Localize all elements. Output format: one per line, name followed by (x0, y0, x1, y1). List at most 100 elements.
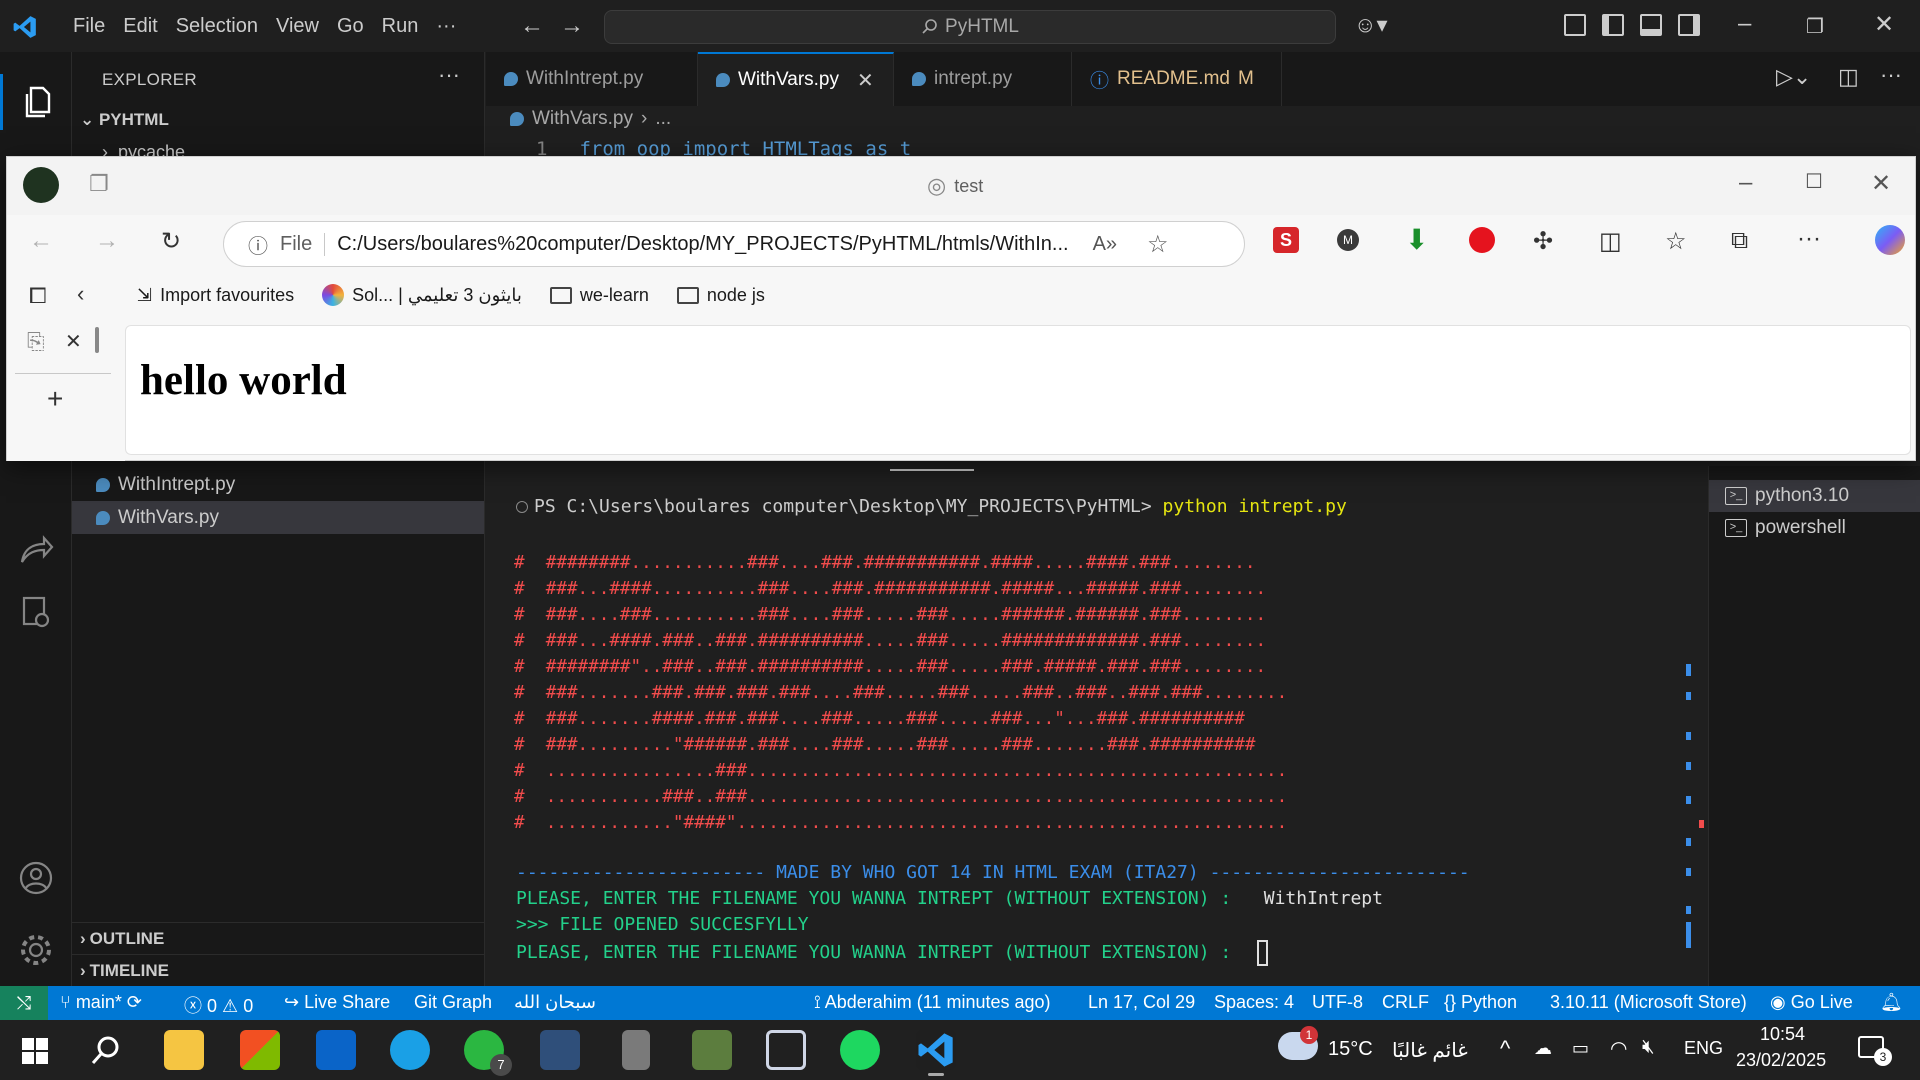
tab-intrept[interactable]: intrept.py (894, 52, 1072, 106)
explorer-root-folder[interactable]: ⌄ PYHTML (80, 110, 169, 130)
menu-edit[interactable]: Edit (114, 15, 166, 38)
microsoft-store-icon[interactable] (240, 1030, 280, 1070)
weather-temp[interactable]: 15°C (1328, 1038, 1373, 1061)
battery-icon[interactable]: ▭ (1572, 1038, 1589, 1059)
notification-center-icon[interactable]: 3 (1858, 1036, 1892, 1066)
remote-indicator[interactable]: ⤭ (0, 986, 48, 1020)
status-problems[interactable]: ⓧ 0 ⚠ 0 (184, 992, 253, 1018)
panel-sash[interactable] (890, 469, 974, 471)
copilot-icon[interactable]: ☺▾ (1354, 12, 1388, 38)
weather-cloud-icon[interactable]: 1 (1278, 1026, 1318, 1060)
run-python-icon[interactable]: ▷⌄ (1776, 64, 1811, 90)
tab-withintrept[interactable]: WithIntrept.py (486, 52, 698, 106)
terminal-session-python[interactable]: >_ python3.10 (1709, 480, 1920, 512)
favorite-star-icon[interactable]: ☆ (1147, 230, 1169, 259)
terminal-panel[interactable]: PS C:\Users\boulares computer\Desktop\MY… (486, 466, 1708, 986)
notifications-bell-icon[interactable]: 🔔︎ (1880, 992, 1903, 1013)
collapse-sidebar-icon[interactable]: ‹ (77, 281, 84, 307)
microphone-app-icon[interactable] (622, 1030, 650, 1070)
clock-time[interactable]: 10:54 (1760, 1024, 1805, 1045)
whatsapp-icon[interactable]: 7 (464, 1030, 512, 1076)
weather-condition[interactable]: غائم غالبًا (1392, 1038, 1468, 1063)
workspaces-icon[interactable]: ❐ (89, 171, 109, 197)
copilot-icon[interactable] (1875, 225, 1905, 255)
menu-go[interactable]: Go (328, 15, 373, 38)
menu-view[interactable]: View (267, 15, 328, 38)
nav-forward-icon[interactable]: → (560, 12, 584, 40)
search-icon[interactable] (90, 1034, 122, 1066)
status-encoding[interactable]: UTF-8 (1312, 992, 1363, 1013)
back-arrow-icon[interactable]: ← (29, 227, 53, 255)
toggle-sidebar-icon[interactable] (1602, 14, 1624, 36)
timeline-section[interactable]: › TIMELINE (72, 954, 484, 986)
toggle-secondary-sidebar-icon[interactable] (1678, 14, 1700, 36)
close-icon[interactable]: ✕ (1874, 10, 1894, 39)
vscode-taskbar-icon[interactable] (916, 1030, 956, 1076)
extensions-puzzle-icon[interactable]: ✣ (1533, 227, 1553, 256)
status-go-live[interactable]: ◉ Go Live (1770, 992, 1853, 1013)
settings-gear-icon[interactable] (16, 930, 56, 970)
file-item-withintrept[interactable]: WithIntrept.py (72, 468, 484, 501)
toggle-panel-icon[interactable] (1640, 14, 1662, 36)
onedrive-icon[interactable]: ☁ (1534, 1038, 1552, 1059)
close-tab-icon[interactable]: ✕ (65, 329, 82, 354)
command-center[interactable]: PyHTML (604, 10, 1336, 44)
bookmark-import-favourites[interactable]: ⇲ Import favourites (137, 285, 294, 306)
close-tab-icon[interactable]: ✕ (857, 68, 874, 93)
status-arabic-text[interactable]: سبحان الله (514, 992, 596, 1013)
split-editor-icon[interactable]: ◫ (1838, 64, 1859, 90)
edge-browser-icon[interactable] (390, 1030, 430, 1070)
account-icon[interactable] (16, 858, 56, 898)
tab-favicon-icon[interactable]: ⎘ (27, 329, 45, 355)
favorites-icon[interactable]: ☆ (1665, 227, 1687, 256)
input-language[interactable]: ENG (1684, 1038, 1723, 1059)
status-live-share[interactable]: ↪ Live Share (284, 992, 390, 1013)
breadcrumb-rest[interactable]: ... (655, 108, 671, 130)
profile-avatar[interactable] (23, 167, 59, 203)
restore-icon[interactable]: ❐ (1806, 14, 1824, 39)
minimize-icon[interactable]: – (1738, 10, 1751, 38)
app-icon[interactable] (692, 1030, 732, 1070)
sidebar-more-icon[interactable]: ··· (438, 62, 460, 88)
tab-actions-icon[interactable]: ⧠ (29, 283, 47, 309)
status-branch[interactable]: ⑂ main* ⟳ (60, 992, 142, 1013)
new-tab-plus-icon[interactable]: + (47, 383, 63, 415)
maximize-icon[interactable]: ☐ (1805, 169, 1823, 194)
address-bar[interactable]: ⓘ File C:/Users/boulares%20computer/Desk… (223, 221, 1245, 267)
refresh-icon[interactable]: ↻ (161, 227, 181, 256)
settings-more-icon[interactable]: ··· (1797, 225, 1821, 253)
status-git-blame[interactable]: ⟟ Abderahim (11 minutes ago) (814, 992, 1051, 1013)
windows-start-icon[interactable] (22, 1038, 48, 1064)
3d-viewer-icon[interactable] (766, 1030, 806, 1070)
live-share-activity-icon[interactable] (16, 532, 56, 572)
outlook-icon[interactable] (316, 1030, 356, 1070)
status-git-graph[interactable]: Git Graph (414, 992, 492, 1013)
breadcrumb-file[interactable]: WithVars.py (532, 108, 633, 130)
download-extension-icon[interactable]: ⬇ (1405, 223, 1428, 256)
explorer-activity[interactable] (0, 74, 72, 130)
status-interpreter[interactable]: 3.10.11 (Microsoft Store) (1550, 992, 1747, 1013)
file-item-withvars[interactable]: WithVars.py (72, 501, 484, 534)
adblock-extension-icon[interactable] (1469, 227, 1495, 253)
remote-explorer-icon[interactable] (16, 592, 56, 632)
status-indentation[interactable]: Spaces: 4 (1214, 992, 1294, 1013)
extension-s-icon[interactable]: S (1273, 227, 1299, 253)
minimize-icon[interactable]: – (1739, 169, 1752, 197)
extension-m-icon[interactable]: M (1337, 229, 1359, 251)
chevron-up-icon[interactable]: ^ (1500, 1036, 1510, 1062)
split-screen-icon[interactable]: ◫ (1599, 227, 1622, 256)
close-icon[interactable]: ✕ (1871, 169, 1891, 198)
status-cursor-position[interactable]: Ln 17, Col 29 (1088, 992, 1195, 1013)
bookmark-sololearn[interactable]: Sol... | بايثون 3 تعليمي (322, 284, 522, 306)
menu-selection[interactable]: Selection (167, 15, 267, 38)
outline-section[interactable]: › OUTLINE (72, 922, 484, 954)
file-explorer-icon[interactable] (164, 1030, 204, 1070)
bookmark-node-js[interactable]: node js (676, 285, 765, 306)
read-aloud-icon[interactable]: A» (1093, 233, 1117, 256)
forward-arrow-icon[interactable]: → (95, 227, 119, 255)
customize-layout-icon[interactable] (1564, 14, 1586, 36)
status-eol[interactable]: CRLF (1382, 992, 1429, 1013)
collections-icon[interactable]: ⧉ (1731, 227, 1748, 255)
bookmark-we-learn[interactable]: we-learn (549, 285, 649, 306)
spotify-icon[interactable] (840, 1030, 880, 1070)
